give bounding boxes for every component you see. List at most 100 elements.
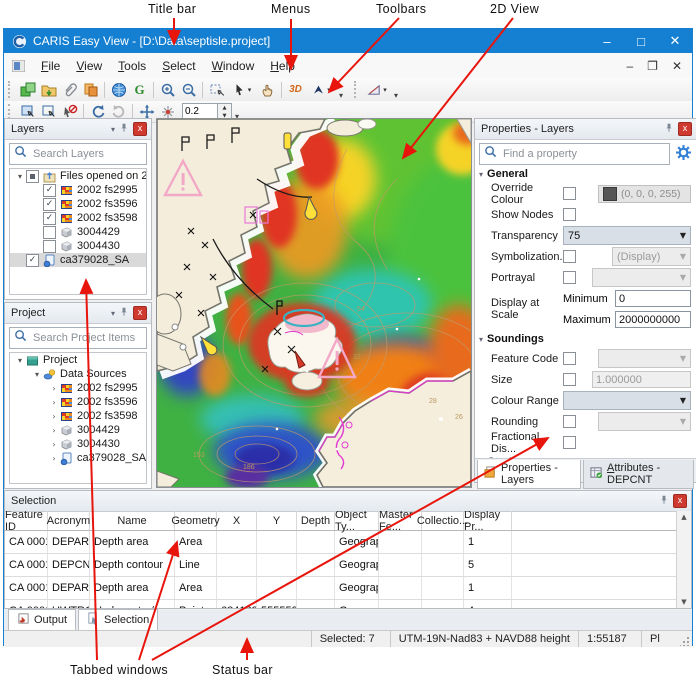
project-item-data-sources[interactable]: ▾Data Sources [10, 367, 146, 381]
project-item-3004429[interactable]: ›3004429 [10, 423, 146, 437]
toolbar-grip[interactable] [8, 81, 14, 97]
minimum-input[interactable]: 0 [615, 290, 691, 307]
expander-icon[interactable]: ▾ [14, 172, 26, 181]
tab-output[interactable]: Output [8, 609, 76, 630]
overflow-icon[interactable]: ▾ [336, 91, 346, 101]
column-header-feature-id[interactable]: Feature ID [5, 511, 48, 530]
expander-icon[interactable]: ▾ [31, 370, 43, 379]
layers-item-ca379028-sa[interactable]: ✓ca379028_SA [10, 253, 146, 267]
pick-tool-button[interactable]: ▾ [227, 80, 257, 99]
visibility-checkbox[interactable]: ✓ [43, 212, 56, 225]
mdi-restore-button[interactable]: ❐ [647, 59, 658, 73]
menu-select[interactable]: Select [154, 56, 203, 76]
close-icon[interactable]: x [133, 306, 147, 320]
fractional-display-checkbox[interactable] [563, 436, 576, 449]
gear-icon[interactable] [675, 144, 692, 166]
selection-panel-header[interactable]: Selection x [5, 491, 691, 512]
measure-tool-button[interactable]: ▾ [363, 80, 391, 99]
project-item-project[interactable]: ▾Project [10, 353, 146, 367]
tab-attributes-depcnt[interactable]: Attributes - DEPCNT [583, 460, 694, 489]
pin-icon[interactable] [119, 122, 129, 137]
section-general[interactable]: ▾General [475, 165, 696, 183]
visibility-checkbox[interactable]: ✓ [43, 198, 56, 211]
chevron-down-icon[interactable]: ▾ [111, 125, 115, 134]
toolbar-grip[interactable] [8, 104, 14, 119]
table-row[interactable]: CA 00018...DEPCNTDepth contourLineGeogra… [5, 554, 677, 577]
property-search-input[interactable] [501, 147, 665, 161]
close-button[interactable]: ✕ [658, 29, 692, 53]
chevron-down-icon[interactable]: ▾ [248, 86, 252, 94]
maximize-button[interactable]: □ [624, 29, 658, 53]
section-soundings[interactable]: ▾Soundings [475, 330, 696, 348]
project-item-2002-fs3598[interactable]: ›2002 fs3598 [10, 409, 146, 423]
column-header-acronym[interactable]: Acronym [48, 511, 90, 530]
column-header-name[interactable]: Name [90, 511, 175, 530]
minimize-button[interactable]: – [590, 29, 624, 53]
table-row[interactable]: CA 00018...UWTROCUnderwater/awash rockPo… [5, 600, 677, 608]
mdi-close-button[interactable]: ✕ [672, 59, 682, 73]
project-item-2002-fs3596[interactable]: ›2002 fs3596 [10, 395, 146, 409]
menu-window[interactable]: Window [204, 56, 263, 76]
mdi-minimize-button[interactable]: – [626, 59, 633, 73]
expander-icon[interactable]: › [48, 398, 60, 407]
layers-item-3004429[interactable]: 3004429 [10, 225, 146, 239]
scroll-up-icon[interactable]: ▲ [681, 511, 686, 523]
import-icon[interactable] [80, 80, 101, 99]
menu-tools[interactable]: Tools [110, 56, 154, 76]
symbolization-checkbox[interactable] [563, 250, 576, 263]
map-2d-view[interactable]: 54 32 153 186 28 26 [156, 118, 472, 488]
table-row[interactable]: CA 00018...DEPAREDepth areaAreaGeographi… [5, 577, 677, 600]
resize-grip[interactable] [680, 636, 690, 646]
expander-icon[interactable]: › [48, 440, 60, 449]
project-item-ca379028-sa[interactable]: ›ca379028_SA [10, 451, 146, 465]
attach-icon[interactable] [59, 80, 80, 99]
table-scrollbar[interactable]: ▲ ▼ [676, 511, 691, 608]
visibility-checkbox[interactable]: ✓ [26, 254, 39, 267]
properties-panel-header[interactable]: Properties - Layers x [475, 119, 696, 140]
column-header-geometry[interactable]: Geometry [175, 511, 217, 530]
project-item-2002-fs2995[interactable]: ›2002 fs2995 [10, 381, 146, 395]
layers-item-2002-fs2995[interactable]: ✓2002 fs2995 [10, 183, 146, 197]
zoom-area-icon[interactable] [206, 80, 227, 99]
rounding-checkbox[interactable] [563, 415, 576, 428]
north-arrow-button[interactable]: ▾ [306, 80, 336, 99]
visibility-checkbox[interactable]: ✓ [43, 184, 56, 197]
scroll-down-icon[interactable]: ▼ [681, 596, 686, 608]
close-icon[interactable]: x [133, 122, 147, 136]
toolbar-grip[interactable] [354, 81, 360, 97]
overflow-icon[interactable]: ▾ [391, 91, 401, 101]
expander-icon[interactable]: › [48, 454, 60, 463]
google-earth-button[interactable]: G [129, 80, 150, 99]
column-header-object-ty-[interactable]: Object Ty... [335, 511, 379, 530]
chevron-down-icon[interactable]: ▾ [111, 309, 115, 318]
menu-file[interactable]: File [33, 56, 68, 76]
stepper-up-icon[interactable]: ▲ [218, 104, 231, 112]
column-header-display-pr-[interactable]: Display Pr... [464, 511, 512, 530]
visibility-checkbox[interactable] [26, 170, 39, 183]
menu-help[interactable]: Help [262, 56, 303, 76]
table-row[interactable]: CA 00018...DEPAREDepth areaAreaGeographi… [5, 531, 677, 554]
tab-properties-layers[interactable]: Properties - Layers [477, 460, 581, 489]
chevron-down-icon[interactable]: ▾ [327, 86, 331, 94]
expander-icon[interactable]: › [48, 412, 60, 421]
open-project-button[interactable] [17, 80, 38, 99]
layers-panel-header[interactable]: Layers ▾ x [5, 119, 151, 140]
open-data-button[interactable] [38, 80, 59, 99]
column-header-master-fe-[interactable]: Master Fe... [379, 511, 422, 530]
chevron-down-icon[interactable]: ▾ [383, 86, 387, 94]
expander-icon[interactable]: › [48, 426, 60, 435]
project-panel-header[interactable]: Project ▾ x [5, 303, 151, 324]
pin-icon[interactable] [119, 306, 129, 321]
zoom-out-icon[interactable] [178, 80, 199, 99]
column-header-y[interactable]: Y [257, 511, 297, 530]
globe-icon[interactable] [108, 80, 129, 99]
3d-view-button[interactable]: 3D [285, 80, 306, 99]
transparency-dropdown[interactable]: 75▼ [563, 226, 691, 245]
close-icon[interactable]: x [678, 122, 692, 136]
override-colour-checkbox[interactable] [563, 187, 576, 200]
feature-code-checkbox[interactable] [563, 352, 576, 365]
layers-item-2002-fs3596[interactable]: ✓2002 fs3596 [10, 197, 146, 211]
title-bar[interactable]: CARIS Easy View - [D:\Data\septisle.proj… [4, 29, 692, 53]
property-search[interactable] [479, 143, 670, 165]
column-header-x[interactable]: X [217, 511, 257, 530]
